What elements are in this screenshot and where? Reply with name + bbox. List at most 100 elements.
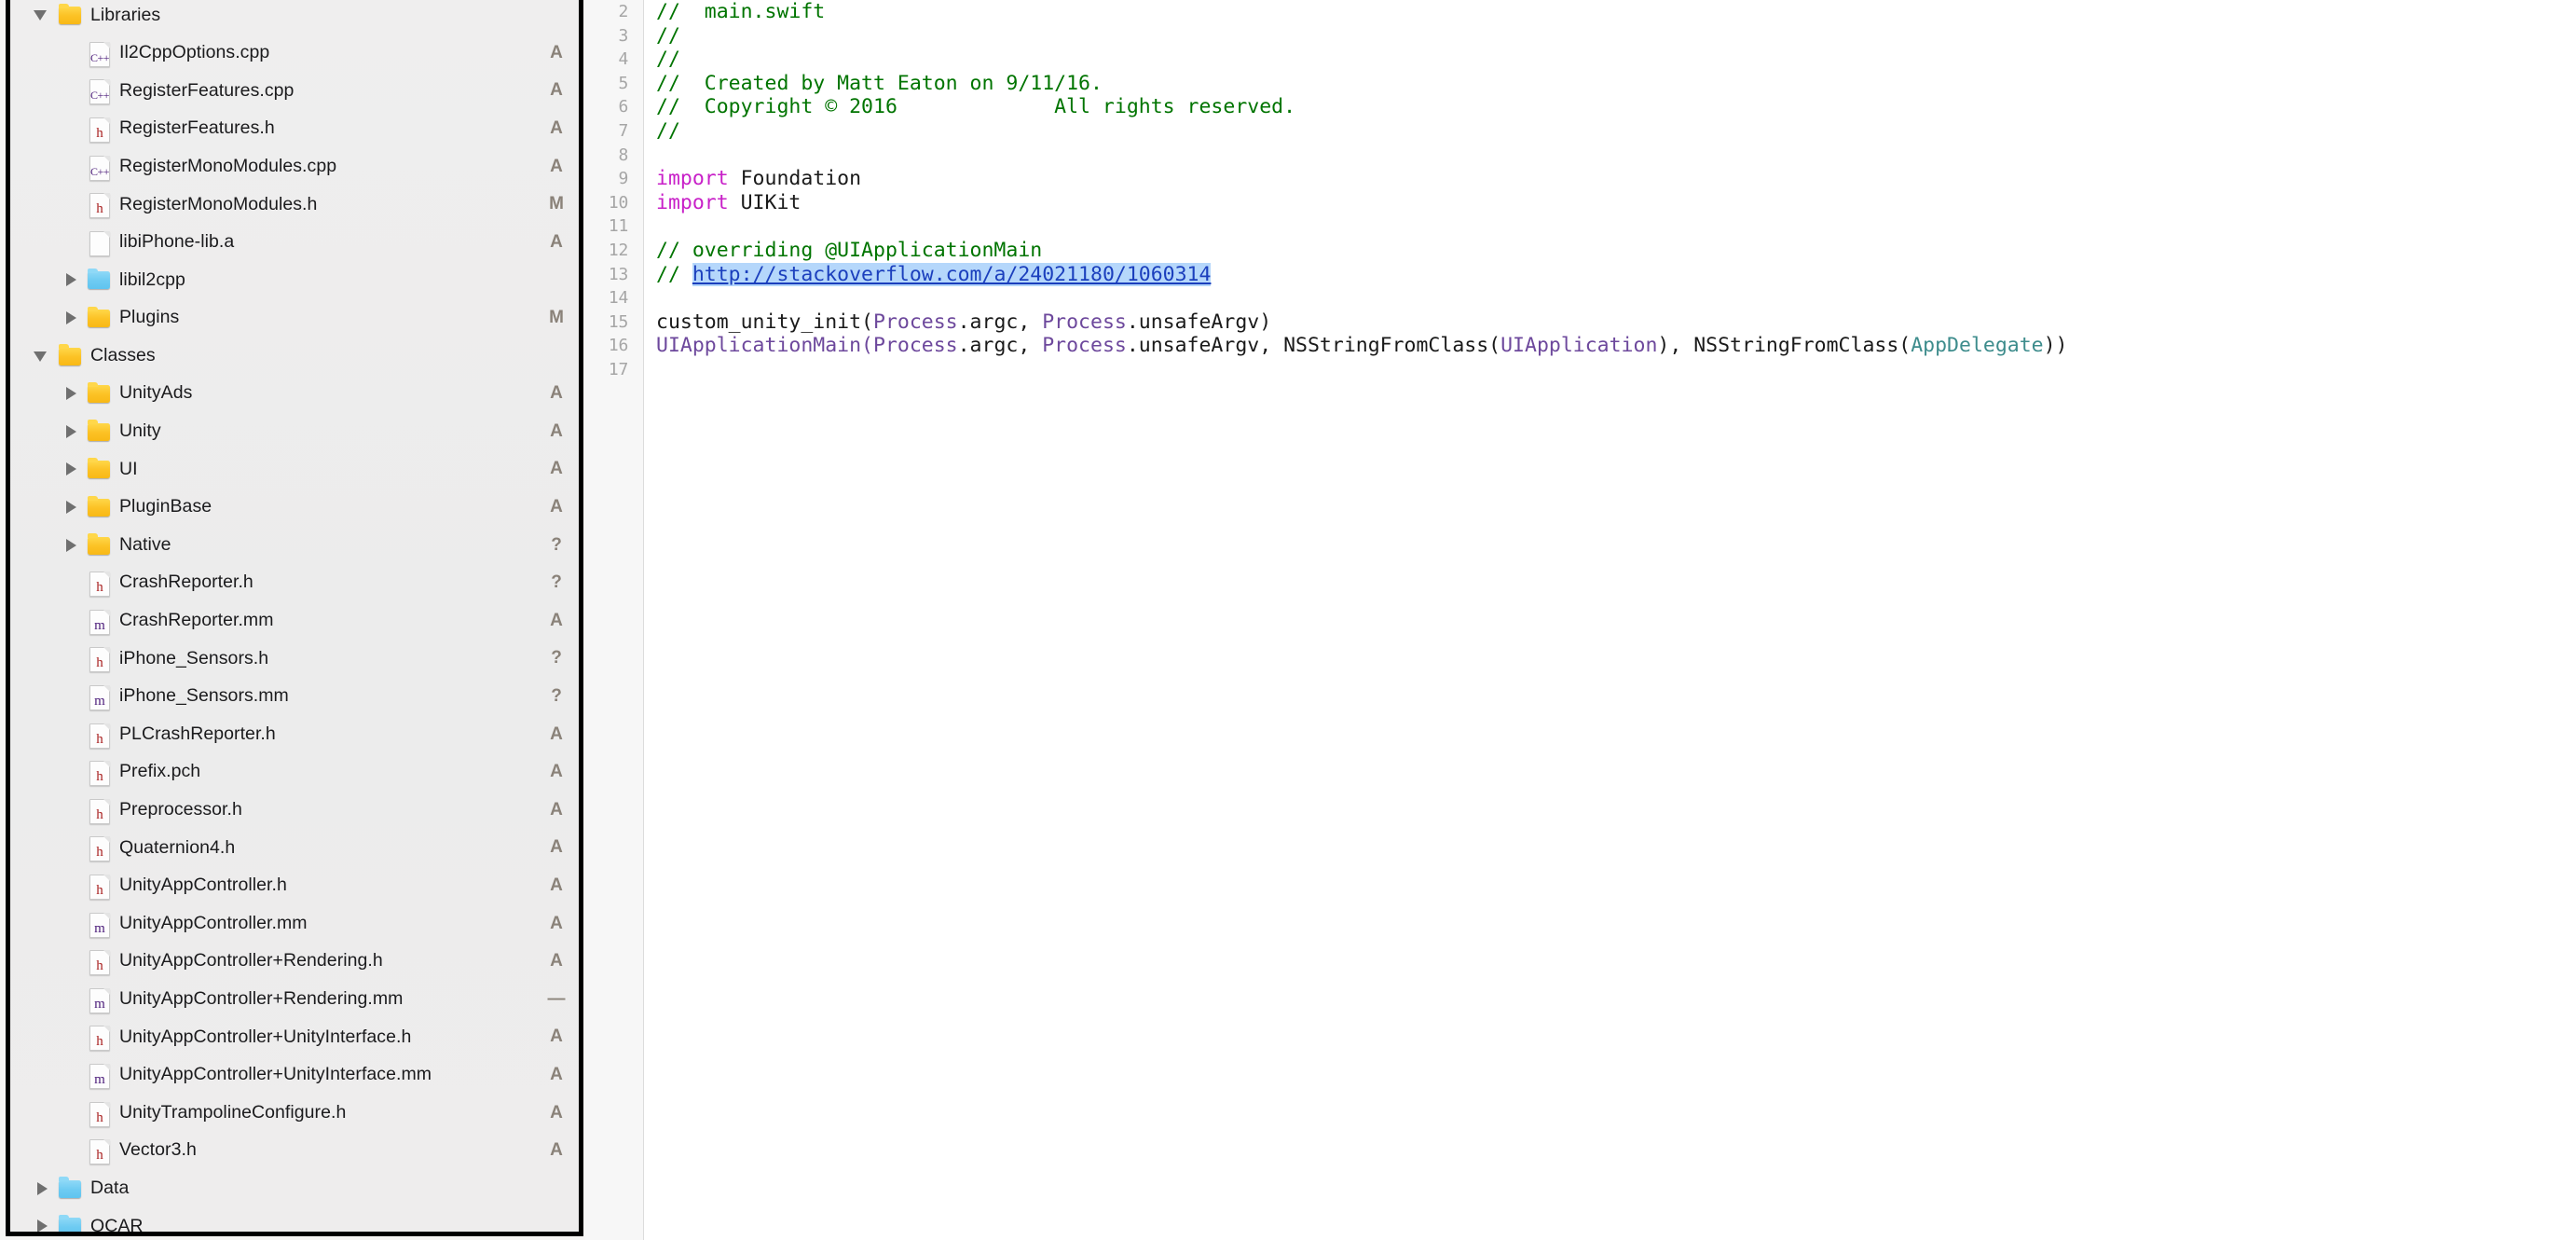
code-line[interactable]: 5 // Created by Matt Eaton on 9/11/16.: [585, 72, 2576, 96]
code-text[interactable]: import Foundation: [656, 167, 861, 191]
tree-row[interactable]: Unity A: [10, 413, 579, 451]
document-shape: C++: [89, 41, 110, 67]
tree-row[interactable]: Classes: [10, 337, 579, 375]
code-text[interactable]: // http://stackoverflow.com/a/24021180/1…: [656, 262, 1212, 287]
tree-row[interactable]: h Preprocessor.h A: [10, 791, 579, 829]
file-header-icon: h: [85, 570, 113, 598]
code-text[interactable]: // main.swift: [656, 0, 825, 24]
code-content[interactable]: 2 // main.swift 3 // 4 // 5 // Created by Matt …: [585, 0, 2576, 382]
code-text[interactable]: import UIKit: [656, 191, 801, 215]
disclosure-triangle-closed-icon[interactable]: [61, 535, 81, 556]
code-text[interactable]: // overriding @UIApplicationMain: [656, 239, 1042, 263]
tree-row-label: RegisterFeatures.cpp: [119, 79, 295, 101]
code-url-link[interactable]: http://stackoverflow.com/a/24021180/1060…: [692, 262, 1212, 286]
code-line[interactable]: 4 //: [585, 48, 2576, 72]
folder-yellow-icon: [56, 2, 84, 28]
tree-row[interactable]: UI A: [10, 450, 579, 489]
disclosure-triangle-closed-icon[interactable]: [61, 308, 81, 328]
tree-row[interactable]: m CrashReporter.mm A: [10, 602, 579, 641]
folder-yellow-icon: [85, 456, 113, 482]
code-token: custom_unity_init(: [656, 310, 873, 334]
tree-row[interactable]: h UnityAppController+Rendering.h A: [10, 943, 579, 981]
disclosure-triangle-closed-icon[interactable]: [61, 269, 81, 290]
tree-row[interactable]: h UnityAppController.h A: [10, 867, 579, 905]
scm-status-badge: A: [550, 1102, 563, 1123]
tree-row-label: CrashReporter.h: [119, 572, 253, 593]
tree-row[interactable]: h RegisterMonoModules.h M: [10, 186, 579, 224]
code-line[interactable]: 16 UIApplicationMain(Process.argc, Proces…: [585, 334, 2576, 358]
tree-row[interactable]: m UnityAppController.mm A: [10, 904, 579, 943]
disclosure-triangle-closed-icon[interactable]: [61, 421, 81, 442]
tree-row[interactable]: h PLCrashReporter.h A: [10, 715, 579, 753]
tree-row[interactable]: h Quaternion4.h A: [10, 829, 579, 867]
folder-shape: [59, 1177, 81, 1198]
disclosure-triangle-closed-icon[interactable]: [32, 1216, 52, 1232]
code-token: UIApplicationMain(: [656, 334, 873, 358]
tree-row[interactable]: h iPhone_Sensors.h?: [10, 640, 579, 678]
tree-row[interactable]: h RegisterFeatures.h A: [10, 110, 579, 148]
tree-row[interactable]: Native?: [10, 526, 579, 564]
code-line[interactable]: 12 // overriding @UIApplicationMain: [585, 239, 2576, 263]
disclosure-triangle-closed-icon[interactable]: [32, 1178, 52, 1199]
folder-yellow-icon: [85, 532, 113, 558]
code-line[interactable]: 11: [585, 214, 2576, 239]
tree-row-label: PluginBase: [119, 496, 212, 517]
code-line[interactable]: 3 //: [585, 24, 2576, 48]
tree-row[interactable]: PluginBase A: [10, 489, 579, 527]
tree-row[interactable]: libil2cpp: [10, 261, 579, 299]
code-text[interactable]: //: [656, 24, 680, 48]
disclosure-triangle-closed-icon[interactable]: [61, 459, 81, 479]
tree-row[interactable]: C++ RegisterMonoModules.cpp A: [10, 147, 579, 186]
scm-status-badge: A: [550, 762, 563, 782]
folder-blue-icon: [56, 1176, 84, 1202]
code-token: Process: [1042, 334, 1127, 358]
code-line[interactable]: 8: [585, 144, 2576, 168]
tree-row[interactable]: h Vector3.h A: [10, 1132, 579, 1170]
code-line[interactable]: 2 // main.swift: [585, 0, 2576, 24]
code-line[interactable]: 13 // http://stackoverflow.com/a/24021180…: [585, 262, 2576, 287]
code-line[interactable]: 7 //: [585, 119, 2576, 144]
tree-row[interactable]: m iPhone_Sensors.mm?: [10, 678, 579, 716]
tree-row-label: RegisterMonoModules.cpp: [119, 155, 337, 176]
disclosure-triangle-closed-icon[interactable]: [61, 497, 81, 517]
file-objc-icon: m: [85, 683, 113, 710]
tree-row[interactable]: h CrashReporter.h?: [10, 564, 579, 602]
file-type-glyph: h: [96, 1109, 103, 1125]
tree-row[interactable]: h UnityTrampolineConfigure.h A: [10, 1094, 579, 1132]
code-line[interactable]: 14: [585, 286, 2576, 310]
file-tree[interactable]: Libraries C++ Il2CppOptions.cpp A C++ Registe…: [10, 0, 579, 1232]
tree-row[interactable]: Libraries: [10, 0, 579, 34]
tree-row[interactable]: Data: [10, 1169, 579, 1207]
code-line[interactable]: 9 import Foundation: [585, 167, 2576, 191]
tree-row[interactable]: h Prefix.pch A: [10, 753, 579, 792]
project-navigator[interactable]: Libraries C++ Il2CppOptions.cpp A C++ Registe…: [6, 0, 583, 1236]
code-line[interactable]: 17: [585, 358, 2576, 382]
code-text[interactable]: //: [656, 48, 680, 72]
disclosure-triangle-open-icon[interactable]: [32, 5, 52, 25]
tree-row[interactable]: C++ Il2CppOptions.cpp A: [10, 34, 579, 73]
tree-row[interactable]: libiPhone-lib.a A: [10, 224, 579, 262]
tree-row[interactable]: Plugins M: [10, 299, 579, 338]
code-line[interactable]: 10 import UIKit: [585, 191, 2576, 215]
code-text[interactable]: UIApplicationMain(Process.argc, Process.…: [656, 334, 2068, 358]
code-text[interactable]: custom_unity_init(Process.argc, Process.…: [656, 310, 1271, 335]
tree-row[interactable]: h UnityAppController+UnityInterface.h A: [10, 1018, 579, 1056]
tree-row[interactable]: C++ RegisterFeatures.cpp A: [10, 72, 579, 110]
code-text[interactable]: //: [656, 119, 680, 144]
code-text[interactable]: // Created by Matt Eaton on 9/11/16.: [656, 72, 1103, 96]
code-line[interactable]: 6 // Copyright © 2016 All rights reserved…: [585, 95, 2576, 119]
disclosure-triangle-open-icon[interactable]: [32, 346, 52, 366]
tree-row[interactable]: m UnityAppController+UnityInterface.mm A: [10, 1056, 579, 1095]
source-editor[interactable]: 2 // main.swift 3 // 4 // 5 // Created by Matt …: [585, 0, 2576, 1240]
tree-row[interactable]: m UnityAppController+Rendering.mm —: [10, 980, 579, 1018]
code-line[interactable]: 15 custom_unity_init(Process.argc, Proces…: [585, 310, 2576, 335]
tree-row-label: UnityAppController.mm: [119, 912, 308, 933]
code-text[interactable]: // Copyright © 2016 All rights reserved.: [656, 95, 1295, 119]
tree-row[interactable]: QCAR: [10, 1207, 579, 1232]
disclosure-triangle-closed-icon[interactable]: [61, 383, 81, 404]
tree-row[interactable]: UnityAds A: [10, 375, 579, 413]
